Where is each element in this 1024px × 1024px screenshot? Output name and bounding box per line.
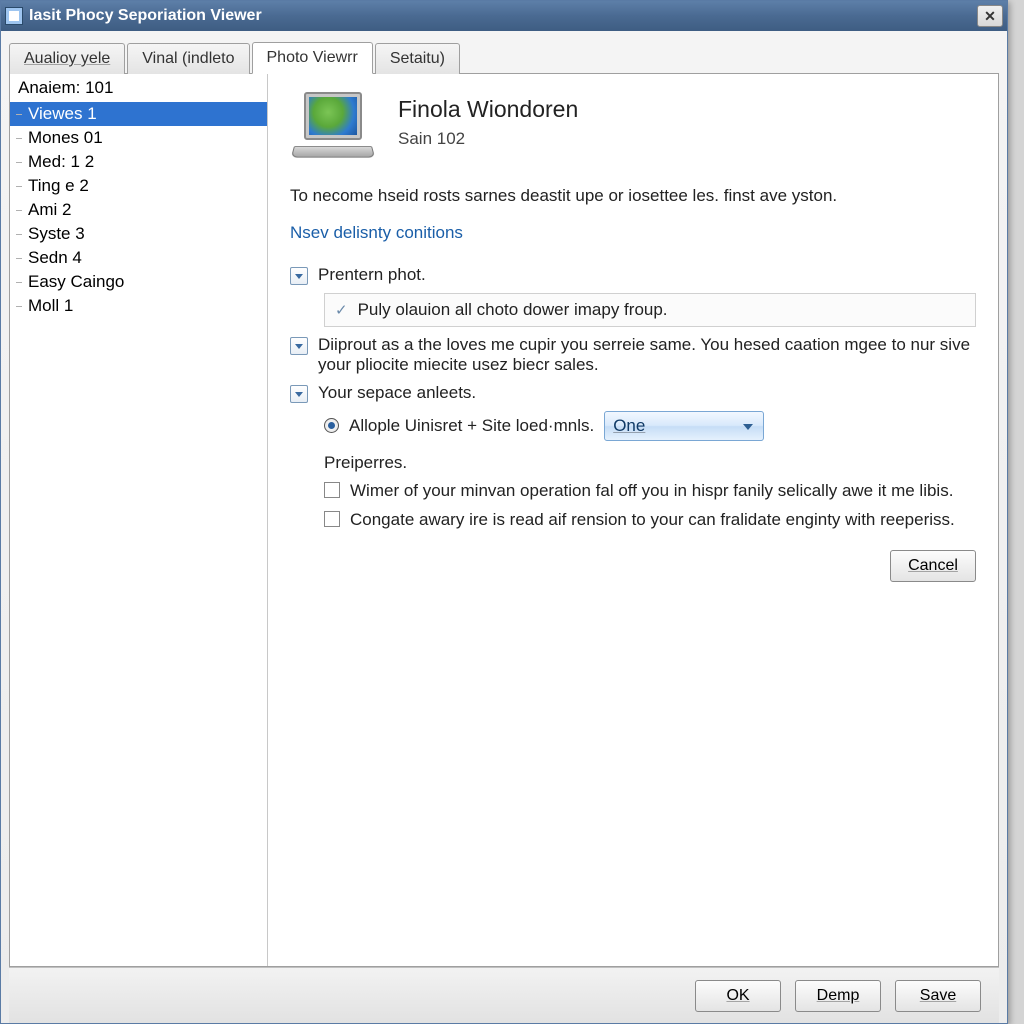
app-icon xyxy=(5,7,23,25)
client-area: Aualioy yele Vinal (indleto Photo Viewrr… xyxy=(1,31,1007,1023)
page-header: Finola Wiondoren Sain 102 xyxy=(290,92,976,164)
tree-root[interactable]: Anaiem: 101 xyxy=(10,74,267,102)
cancel-button[interactable]: Cancel xyxy=(890,550,976,582)
dialog-window: Iasit Phocy Seporiation Viewer ✕ Aualioy… xyxy=(0,0,1008,1024)
save-button[interactable]: Save xyxy=(895,980,981,1012)
page-subtitle: Sain 102 xyxy=(398,129,578,149)
window-title: Iasit Phocy Seporiation Viewer xyxy=(29,7,262,25)
demp-button[interactable]: Demp xyxy=(795,980,881,1012)
checkbox-wimer-label: Wimer of your minvan operation fal off y… xyxy=(350,479,953,503)
page-description: To necome hseid rosts sarnes deastit upe… xyxy=(290,184,976,209)
sidebar-tree[interactable]: Anaiem: 101 Viewes 1 Mones 01 Med: 1 2 T… xyxy=(10,74,268,966)
tree-item-ting[interactable]: Ting e 2 xyxy=(10,174,267,198)
option-diiprout-label: Diiprout as a the loves me cupir you ser… xyxy=(318,335,976,375)
option-diiprout-toggle[interactable] xyxy=(290,337,308,355)
tree-item-med[interactable]: Med: 1 2 xyxy=(10,150,267,174)
tree-item-ami[interactable]: Ami 2 xyxy=(10,198,267,222)
tree-item-sedn[interactable]: Sedn 4 xyxy=(10,246,267,270)
laptop-icon xyxy=(290,92,378,164)
checkbox-congate-box[interactable] xyxy=(324,511,340,527)
delivery-conditions-link[interactable]: Nsev delisnty conitions xyxy=(290,223,463,243)
combo-one-value: One xyxy=(613,416,645,436)
checkbox-congate: Congate awary ire is read aif rension to… xyxy=(324,508,976,532)
cancel-area: Cancel xyxy=(290,550,976,582)
tab-photo-viewer[interactable]: Photo Viewrr xyxy=(252,42,373,74)
combo-one[interactable]: One xyxy=(604,411,764,441)
checkbox-congate-label: Congate awary ire is read aif rension to… xyxy=(350,508,955,532)
option-sepace-toggle[interactable] xyxy=(290,385,308,403)
preiperres-label: Preiperres. xyxy=(324,453,976,473)
nested-option-label: Puly olauion all choto dower imapy froup… xyxy=(358,300,668,320)
tab-vinal[interactable]: Vinal (indleto xyxy=(127,43,249,74)
checkbox-wimer-box[interactable] xyxy=(324,482,340,498)
tree-item-moll[interactable]: Moll 1 xyxy=(10,294,267,318)
radio-allople[interactable] xyxy=(324,418,339,433)
close-button[interactable]: ✕ xyxy=(977,5,1003,27)
tree-item-viewes[interactable]: Viewes 1 xyxy=(10,102,267,126)
page-title: Finola Wiondoren xyxy=(398,96,578,123)
checkbox-wimer: Wimer of your minvan operation fal off y… xyxy=(324,479,976,503)
option-prentern-toggle[interactable] xyxy=(290,267,308,285)
titlebar: Iasit Phocy Seporiation Viewer ✕ xyxy=(1,1,1007,31)
dialog-footer: OK Demp Save xyxy=(9,967,999,1023)
radio-row-allople: Allople Uinisret + Site loed·mnls. One xyxy=(324,411,976,441)
option-prentern: Prentern phot. xyxy=(290,265,976,285)
close-icon: ✕ xyxy=(984,8,996,25)
tab-aualioy[interactable]: Aualioy yele xyxy=(9,43,125,74)
option-prentern-label: Prentern phot. xyxy=(318,265,426,285)
option-sepace: Your sepace anleets. xyxy=(290,383,976,403)
option-sepace-label: Your sepace anleets. xyxy=(318,383,476,403)
content-area: Finola Wiondoren Sain 102 To necome hsei… xyxy=(268,74,998,966)
tab-panel: Anaiem: 101 Viewes 1 Mones 01 Med: 1 2 T… xyxy=(9,73,999,967)
option-diiprout: Diiprout as a the loves me cupir you ser… xyxy=(290,335,976,375)
tabstrip: Aualioy yele Vinal (indleto Photo Viewrr… xyxy=(9,39,999,73)
tree-item-syste[interactable]: Syste 3 xyxy=(10,222,267,246)
tree-item-mones[interactable]: Mones 01 xyxy=(10,126,267,150)
radio-allople-label: Allople Uinisret + Site loed·mnls. xyxy=(349,416,594,436)
nested-option-puly: ✓ Puly olauion all choto dower imapy fro… xyxy=(324,293,976,327)
tree-item-easy-caingo[interactable]: Easy Caingo xyxy=(10,270,267,294)
ok-button[interactable]: OK xyxy=(695,980,781,1012)
tab-setaitu[interactable]: Setaitu) xyxy=(375,43,460,74)
check-icon: ✓ xyxy=(335,301,348,319)
